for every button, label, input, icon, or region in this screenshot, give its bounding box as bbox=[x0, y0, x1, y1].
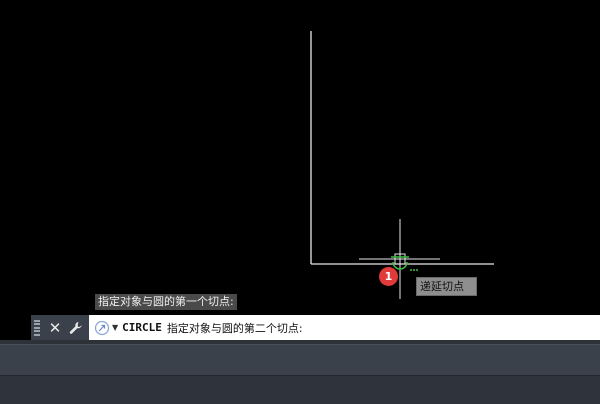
step-badge: 1 bbox=[379, 267, 398, 286]
command-line-bar: ✕ ▼ CIRCLE 指定对象与圆的第二个切点: bbox=[31, 315, 600, 340]
chevron-down-icon[interactable]: ▼ bbox=[112, 323, 118, 332]
status-bar bbox=[0, 375, 600, 404]
recent-commands-icon[interactable] bbox=[94, 320, 110, 336]
wrench-icon[interactable] bbox=[66, 317, 86, 339]
drag-handle[interactable] bbox=[34, 319, 42, 337]
command-name: CIRCLE bbox=[122, 321, 162, 334]
snap-tooltip: 递延切点 bbox=[416, 277, 477, 296]
layout-tab-bar bbox=[0, 344, 600, 375]
command-input[interactable]: ▼ CIRCLE 指定对象与圆的第二个切点: bbox=[89, 315, 600, 340]
drawing-geometry bbox=[310, 31, 494, 299]
drawing-canvas[interactable] bbox=[0, 0, 600, 340]
close-icon[interactable]: ✕ bbox=[45, 317, 65, 339]
command-prompt: 指定对象与圆的第二个切点: bbox=[166, 321, 303, 335]
command-history-line: 指定对象与圆的第一个切点: bbox=[95, 294, 237, 310]
